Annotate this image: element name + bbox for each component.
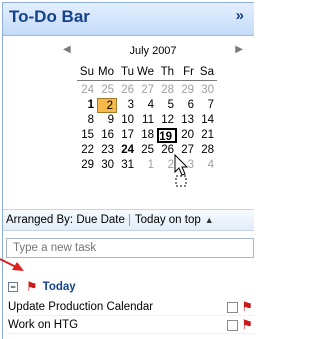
calendar-day[interactable]: 3 <box>117 98 137 113</box>
calendar-day[interactable]: 26 <box>117 83 137 98</box>
group-label: Today <box>42 281 76 293</box>
calendar-day[interactable]: 30 <box>197 83 217 98</box>
todo-bar-pane: To-Do Bar » ◀ July 2007 ▶ Su Mo Tu We Th Fr Sa… <box>2 2 254 339</box>
weekday-label: Th <box>160 66 174 78</box>
weekday-label: Sa <box>199 66 214 78</box>
weekday-label: We <box>137 66 155 78</box>
calendar-day[interactable]: 18 <box>137 128 157 143</box>
calendar-day[interactable]: 29 <box>177 83 197 98</box>
calendar-day[interactable]: 8 <box>77 113 97 128</box>
calendar-day-selected[interactable]: 2 <box>97 98 117 113</box>
calendar-day[interactable]: 1 <box>137 158 157 173</box>
calendar-week-row: 15 16 17 18 19 20 21 <box>77 128 217 143</box>
calendar-header: ◀ July 2007 ▶ <box>63 44 243 60</box>
calendar-grid: Su Mo Tu We Th Fr Sa 24 25 26 27 28 29 30 1 2 3 4 5 6 7 8 9 10 1… <box>77 64 217 173</box>
calendar-day[interactable]: 31 <box>117 158 137 173</box>
calendar-day[interactable]: 1 <box>77 98 97 113</box>
expand-icon[interactable]: » <box>236 7 244 24</box>
flag-icon[interactable]: ⚑ <box>241 299 253 315</box>
arrange-bar: Arranged By: Due Date Today on top ▲ <box>3 209 254 231</box>
complete-checkbox[interactable] <box>227 319 239 331</box>
todo-bar-title: To-Do Bar <box>9 7 90 26</box>
task-group-today[interactable]: − ⚑ Today <box>6 277 254 297</box>
date-navigator: ◀ July 2007 ▶ Su Mo Tu We Th Fr Sa 24 25 26 27 28 29… <box>3 37 254 209</box>
calendar-day[interactable]: 25 <box>97 83 117 98</box>
flag-icon[interactable]: ⚑ <box>241 317 253 333</box>
calendar-day-today[interactable]: 19 <box>157 128 177 143</box>
scroll-up-icon[interactable]: ▲ <box>205 215 214 225</box>
calendar-day[interactable]: 27 <box>177 143 197 158</box>
calendar-day[interactable]: 12 <box>157 113 177 128</box>
calendar-day[interactable]: 4 <box>197 158 217 173</box>
calendar-day[interactable]: 26 <box>157 143 177 158</box>
calendar-day[interactable]: 11 <box>137 113 157 128</box>
task-label: Update Production Calendar <box>8 301 154 313</box>
calendar-day[interactable]: 6 <box>177 98 197 113</box>
calendar-day[interactable]: 9 <box>97 113 117 128</box>
calendar-day[interactable]: 24 <box>77 83 97 98</box>
calendar-day[interactable]: 23 <box>97 143 117 158</box>
complete-checkbox[interactable] <box>227 301 239 313</box>
calendar-week-row: 1234567 <box>77 98 217 113</box>
calendar-day[interactable]: 4 <box>137 98 157 113</box>
month-label: July 2007 <box>129 45 177 57</box>
next-month-icon[interactable]: ▶ <box>235 44 243 55</box>
sort-order-button[interactable]: Today on top <box>130 214 201 226</box>
calendar-week-row: 24 25 26 27 28 29 30 <box>77 83 217 98</box>
calendar-week-row: 29 30 31 1 2 3 4 <box>77 158 217 173</box>
new-task-input[interactable] <box>6 238 254 258</box>
calendar-day[interactable]: 13 <box>177 113 197 128</box>
calendar-week-row: 8 9 10 11 12 13 14 <box>77 113 217 128</box>
calendar-day[interactable]: 22 <box>77 143 97 158</box>
calendar-day[interactable]: 14 <box>197 113 217 128</box>
calendar-day[interactable]: 5 <box>157 98 177 113</box>
calendar-day[interactable]: 3 <box>177 158 197 173</box>
task-row[interactable]: Update Production Calendar ⚑ <box>6 299 254 316</box>
calendar-day[interactable]: 28 <box>197 143 217 158</box>
calendar-day[interactable]: 24 <box>117 143 137 158</box>
task-label: Work on HTG <box>8 319 79 331</box>
weekday-label: Fr <box>183 66 194 78</box>
calendar-week-row: 22 23 24 25 26 27 28 <box>77 143 217 158</box>
calendar-day[interactable]: 20 <box>177 128 197 143</box>
todo-bar-header: To-Do Bar » <box>3 3 254 36</box>
collapse-toggle-icon[interactable]: − <box>8 282 18 292</box>
calendar-day[interactable]: 29 <box>77 158 97 173</box>
weekday-label: Tu <box>121 66 134 78</box>
calendar-day[interactable]: 21 <box>197 128 217 143</box>
calendar-day[interactable]: 2 <box>157 158 177 173</box>
weekday-label: Mo <box>98 66 114 78</box>
calendar-day[interactable]: 25 <box>137 143 157 158</box>
calendar-day[interactable]: 16 <box>97 128 117 143</box>
calendar-day[interactable]: 10 <box>117 113 137 128</box>
calendar-day[interactable]: 30 <box>97 158 117 173</box>
calendar-day[interactable]: 17 <box>117 128 137 143</box>
weekday-label: Su <box>79 66 94 78</box>
calendar-day[interactable]: 7 <box>197 98 217 113</box>
weekday-header-row: Su Mo Tu We Th Fr Sa <box>77 64 217 81</box>
calendar-day[interactable]: 27 <box>137 83 157 98</box>
task-row[interactable]: Work on HTG ⚑ <box>6 317 254 334</box>
calendar-day[interactable]: 28 <box>157 83 177 98</box>
calendar-day[interactable]: 15 <box>77 128 97 143</box>
arranged-by-button[interactable]: Arranged By: Due Date <box>3 214 130 226</box>
flag-icon: ⚑ <box>26 279 38 294</box>
